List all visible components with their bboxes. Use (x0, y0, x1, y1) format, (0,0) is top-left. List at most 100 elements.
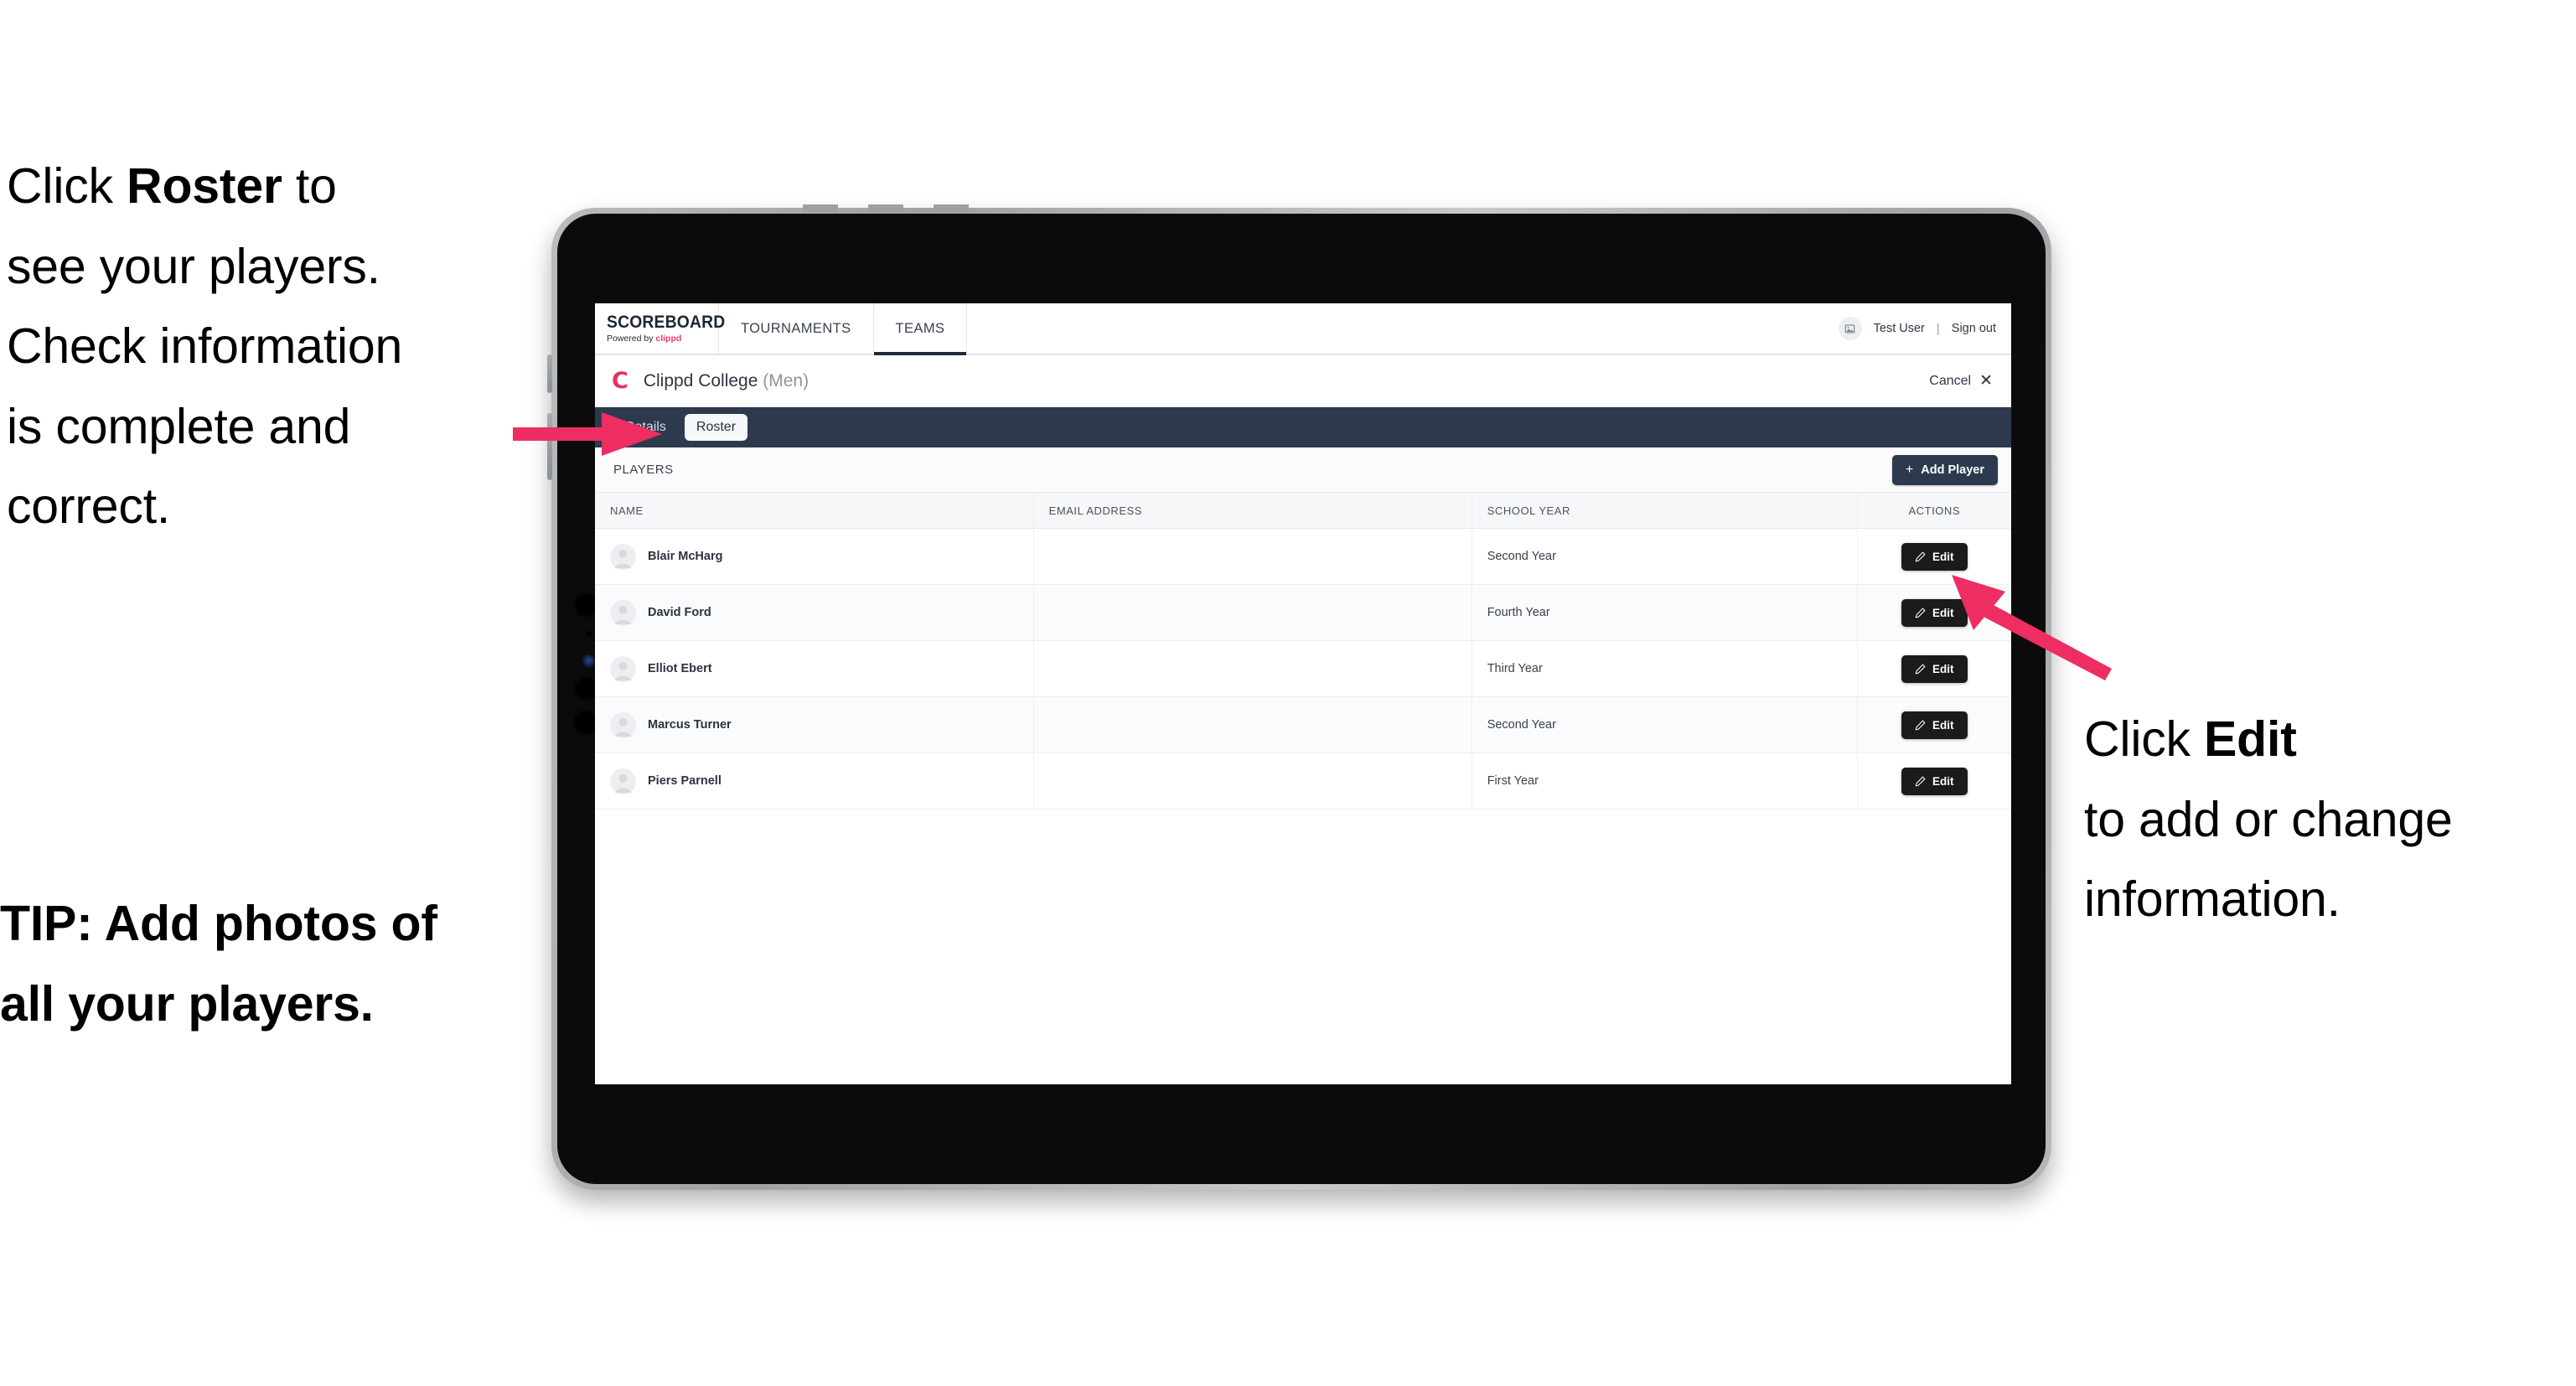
column-header-school-year: SCHOOL YEAR (1472, 493, 1858, 529)
pencil-icon (1915, 664, 1926, 674)
brand-subtitle: Powered by clippd (607, 334, 718, 344)
annotation-edit-line-2: to add or change (2084, 791, 2453, 847)
table-row: Blair McHarg Second Year Edit (595, 528, 2011, 585)
cancel-button-label: Cancel (1929, 373, 1972, 388)
subtab-details[interactable]: Details (613, 414, 678, 441)
nav-tab-teams[interactable]: TEAMS (873, 303, 968, 355)
edit-player-button[interactable]: Edit (1901, 542, 1968, 571)
cell-player-name: Marcus Turner (595, 696, 1034, 753)
slide-canvas: Click Roster to see your players. Check … (0, 0, 2576, 1386)
add-player-button[interactable]: + Add Player (1891, 454, 1998, 485)
edit-button-label: Edit (1932, 774, 1954, 788)
player-name-label: David Ford (648, 606, 711, 619)
annotation-click-edit: Click Edit to add or change information. (2084, 700, 2576, 940)
edit-player-button[interactable]: Edit (1901, 711, 1968, 739)
roster-table: NAME EMAIL ADDRESS SCHOOL YEAR ACTIONS B… (595, 493, 2011, 809)
user-area: Test User | Sign out (1838, 303, 2011, 354)
player-name-label: Blair McHarg (648, 550, 723, 563)
tablet-volume-button-up[interactable] (547, 354, 552, 393)
cell-email-address (1033, 584, 1472, 641)
person-avatar-icon (610, 711, 636, 738)
subtab-details-label: Details (625, 420, 666, 434)
table-header-row: NAME EMAIL ADDRESS SCHOOL YEAR ACTIONS (595, 493, 2011, 529)
roster-table-body: Blair McHarg Second Year Edit David Ford Fou… (595, 528, 2011, 809)
player-school-year-label: Fourth Year (1487, 606, 1550, 619)
edit-player-button[interactable]: Edit (1901, 767, 1968, 795)
annotation-text-line-1b: to (282, 158, 337, 214)
table-row: Marcus Turner Second Year Edit (595, 696, 2011, 753)
pencil-icon (1915, 776, 1926, 786)
annotation-edit-line-1a: Click (2084, 711, 2205, 767)
plus-icon: + (1905, 462, 1914, 477)
team-name-title: Clippd College (Men) (644, 371, 809, 391)
cell-school-year: Fourth Year (1472, 584, 1858, 641)
sign-out-link[interactable]: Sign out (1952, 322, 1996, 335)
player-school-year-label: Second Year (1487, 550, 1556, 563)
tablet-volume-button-down[interactable] (547, 413, 552, 480)
tablet-front-camera (582, 654, 595, 668)
person-avatar-icon (610, 768, 636, 794)
clippd-c-logo-icon: C (612, 368, 628, 394)
player-name-label: Marcus Turner (648, 718, 732, 732)
annotation-click-roster: Click Roster to see your players. Check … (7, 147, 543, 547)
brand-title: SCOREBOARD (607, 313, 726, 333)
edit-player-button[interactable]: Edit (1901, 654, 1968, 683)
brand-logo[interactable]: SCOREBOARD Powered by clippd (595, 303, 726, 354)
tablet-sensor-dot-2 (575, 677, 597, 700)
column-header-name: NAME (595, 493, 1034, 529)
subtab-roster[interactable]: Roster (684, 414, 748, 441)
cell-player-name: Blair McHarg (595, 528, 1034, 585)
table-row: Piers Parnell First Year Edit (595, 752, 2011, 809)
column-header-email: EMAIL ADDRESS (1033, 493, 1472, 529)
player-name-label: Elliot Ebert (648, 662, 712, 675)
close-icon: ✕ (1979, 372, 1993, 390)
edit-button-label: Edit (1932, 662, 1954, 675)
add-player-button-label: Add Player (1921, 463, 1984, 477)
nav-tab-tournaments[interactable]: TOURNAMENTS (719, 303, 874, 354)
edit-player-button[interactable]: Edit (1901, 598, 1968, 627)
cell-school-year: First Year (1472, 752, 1858, 809)
person-avatar-icon (610, 543, 636, 570)
annotation-text-line-1a: Click (7, 158, 127, 214)
cell-email-address (1033, 752, 1472, 809)
cell-actions: Edit (1857, 640, 2011, 697)
edit-button-label: Edit (1932, 718, 1954, 732)
cell-actions: Edit (1857, 752, 2011, 809)
pencil-icon (1915, 608, 1926, 618)
column-header-actions: ACTIONS (1857, 493, 2011, 529)
edit-button-label: Edit (1932, 550, 1954, 563)
image-placeholder-icon[interactable] (1838, 317, 1862, 340)
team-name-text: Clippd College (643, 370, 758, 390)
team-subtab-bar: Details Roster (595, 407, 2011, 447)
cell-school-year: Second Year (1472, 528, 1858, 585)
annotation-tip-photos: TIP: Add photos of all your players. (0, 884, 553, 1044)
annotation-tip-line-1: TIP: Add photos of (0, 896, 437, 951)
players-section-label: PLAYERS (613, 463, 674, 477)
cell-email-address (1033, 640, 1472, 697)
subtab-roster-label: Roster (696, 420, 737, 434)
players-section-bar: PLAYERS + Add Player (595, 447, 2011, 493)
annotation-text-line-5: correct. (7, 478, 171, 535)
user-divider: | (1936, 321, 1940, 336)
cell-actions: Edit (1857, 528, 2011, 585)
cell-school-year: Third Year (1472, 640, 1858, 697)
table-row: David Ford Fourth Year Edit (595, 584, 2011, 641)
annotation-text-line-4: is complete and (7, 398, 351, 454)
scoreboard-app-window: SCOREBOARD Powered by clippd TOURNAMENTS… (595, 303, 2011, 1084)
pencil-icon (1915, 551, 1926, 561)
player-school-year-label: First Year (1487, 774, 1539, 788)
cell-email-address (1033, 528, 1472, 585)
table-empty-area (595, 809, 2011, 1084)
tablet-top-notch (803, 204, 969, 212)
person-avatar-icon (610, 655, 636, 682)
player-school-year-label: Second Year (1487, 718, 1556, 732)
nav-tab-teams-label: TEAMS (895, 320, 945, 336)
table-row: Elliot Ebert Third Year Edit (595, 640, 2011, 697)
annotation-tip-line-2: all your players. (0, 975, 374, 1032)
player-school-year-label: Third Year (1487, 662, 1543, 675)
nav-tab-tournaments-label: TOURNAMENTS (741, 320, 851, 336)
brand-sub-clippd: clippd (655, 334, 682, 344)
cancel-button[interactable]: Cancel ✕ (1929, 373, 1993, 389)
annotation-text-line-3: Check information (7, 318, 403, 375)
